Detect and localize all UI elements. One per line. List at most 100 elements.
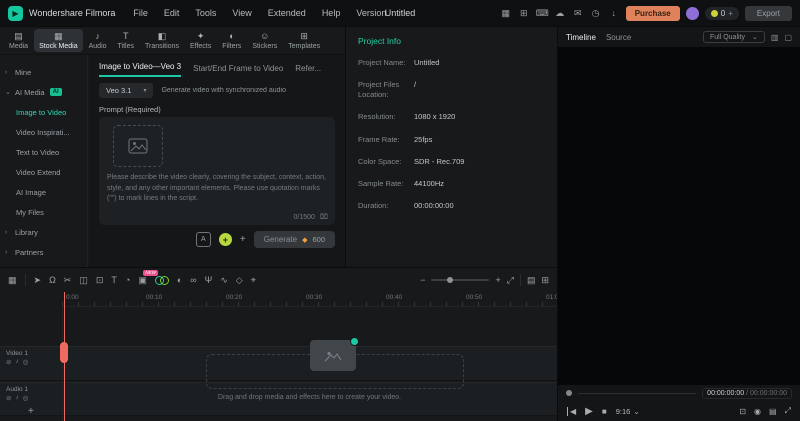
plus-icon[interactable]: +: [240, 234, 246, 245]
tab-image-to-video-veo3[interactable]: Image to Video—Veo 3: [99, 62, 182, 77]
tab-effects[interactable]: ✦ Effects: [185, 29, 216, 52]
magnet-icon[interactable]: Ω: [49, 275, 56, 285]
split-icon[interactable]: ◫: [79, 275, 88, 285]
zoom-out-icon[interactable]: −: [420, 275, 425, 285]
lock-icon[interactable]: ⊘: [6, 358, 11, 366]
sidebar-item-library[interactable]: › Library: [0, 222, 87, 242]
topbar: ▶ Wondershare Filmora File Edit Tools Vi…: [0, 0, 800, 26]
tab-transitions[interactable]: ◧ Transitions: [140, 29, 184, 52]
tab-audio[interactable]: ♪ Audio: [84, 29, 112, 52]
clear-icon[interactable]: ⌧: [320, 213, 328, 221]
chevron-down-icon: ⌄: [5, 89, 11, 96]
tab-reference[interactable]: Refer...: [295, 64, 321, 77]
avatar[interactable]: [685, 6, 699, 20]
tab-templates[interactable]: ⊞ Templates: [283, 29, 325, 52]
field-value: 00:00:00:00: [414, 200, 454, 210]
tab-titles[interactable]: T Titles: [113, 29, 139, 52]
quality-select[interactable]: Full Quality ⌄: [702, 31, 765, 43]
sidebar-item-ai-image[interactable]: AI Image: [0, 182, 87, 202]
speed-icon[interactable]: ◔: [125, 275, 130, 285]
add-track-button[interactable]: +: [28, 406, 34, 417]
menu-edit[interactable]: Edit: [156, 8, 188, 18]
stop-icon[interactable]: ■: [602, 407, 607, 416]
timeline-ruler[interactable]: 0:00 00:10 00:20 00:30 00:40 00:50 01:00: [62, 292, 557, 307]
add-credits-icon[interactable]: +: [728, 9, 733, 18]
sidebar-item-image-to-video[interactable]: Image to Video: [0, 102, 87, 122]
speaker-icon[interactable]: ▤: [769, 407, 777, 416]
credits-badge[interactable]: 0 +: [704, 6, 739, 20]
sidebar-item-video-extend[interactable]: Video Extend: [0, 162, 87, 182]
mask-icon[interactable]: ◐: [177, 275, 182, 285]
zoom-in-icon[interactable]: +: [495, 275, 500, 285]
plugin-icon[interactable]: ⊞: [518, 8, 530, 19]
generate-button[interactable]: Generate ◆ 600: [253, 231, 335, 248]
add-button[interactable]: +: [218, 233, 232, 246]
layout-icon[interactable]: ▦: [500, 8, 512, 19]
render-preview-icon[interactable]: ⊡: [739, 407, 746, 416]
aspect-ratio-select[interactable]: 9:16 ⌄: [616, 407, 640, 416]
hide-icon[interactable]: ◎: [23, 358, 29, 366]
pip-icon[interactable]: ▣ NEW: [138, 270, 158, 285]
image-to-video-panel: Image to Video—Veo 3 Start/End Frame to …: [89, 55, 345, 267]
link-icon[interactable]: ∞: [190, 275, 196, 285]
seek-handle[interactable]: [566, 390, 572, 396]
prompt-input[interactable]: Please describe the video clearly, cover…: [99, 117, 335, 225]
tab-media[interactable]: ▤ Media: [4, 29, 33, 52]
sidebar-item-video-inspiration[interactable]: Video Inspirati...: [0, 122, 87, 142]
cloud-icon[interactable]: ☁: [554, 8, 566, 19]
tab-start-end-frame[interactable]: Start/End Frame to Video: [193, 64, 283, 77]
scissors-icon[interactable]: ✂: [64, 275, 72, 285]
menu-file[interactable]: File: [125, 8, 156, 18]
media-grid-icon[interactable]: ▦: [8, 275, 17, 285]
track-manager-icon[interactable]: ▤: [527, 275, 536, 285]
lock-icon[interactable]: ⊘: [6, 394, 11, 402]
sidebar-item-partners[interactable]: › Partners: [0, 242, 87, 262]
model-select[interactable]: Veo 3.1 ▾: [99, 83, 154, 98]
tab-stickers[interactable]: ☺ Stickers: [247, 29, 282, 52]
sidebar-item-my-files[interactable]: My Files: [0, 202, 87, 222]
grid-view-icon[interactable]: ⊞: [541, 275, 549, 285]
app-name: Wondershare Filmora: [29, 8, 116, 18]
tab-filters[interactable]: ◐ Filters: [217, 29, 246, 52]
project-info-title: Project Info: [358, 36, 401, 46]
sidebar-item-text-to-video[interactable]: Text to Video: [0, 142, 87, 162]
text-tool-icon[interactable]: T: [111, 275, 117, 285]
sidebar-item-mine[interactable]: › Mine: [0, 62, 87, 82]
add-image-dropzone[interactable]: [113, 125, 163, 167]
fullscreen-icon[interactable]: ⤢: [785, 406, 791, 416]
volume-icon[interactable]: ◎: [23, 394, 29, 402]
playhead[interactable]: [60, 292, 68, 421]
purchase-button[interactable]: Purchase: [625, 5, 680, 21]
menu-view[interactable]: View: [224, 8, 259, 18]
zoom-slider-knob[interactable]: [447, 277, 454, 283]
detach-window-icon[interactable]: ▢: [784, 33, 792, 42]
mic-icon[interactable]: Ψ: [205, 275, 213, 285]
play-icon[interactable]: ▶: [585, 406, 593, 417]
timecode-total: 00:00:00:00: [750, 389, 787, 397]
crop-icon[interactable]: ⊡: [96, 275, 104, 285]
keyboard-icon[interactable]: ⌨: [536, 8, 549, 19]
audio-sync-icon[interactable]: ∿: [220, 275, 228, 285]
playhead-handle[interactable]: [60, 342, 68, 363]
tab-timeline[interactable]: Timeline: [566, 33, 596, 42]
message-icon[interactable]: ✉: [572, 8, 584, 19]
mute-icon[interactable]: ♪: [15, 394, 18, 402]
display-mode-icon[interactable]: ▥: [771, 33, 779, 42]
fit-timeline-icon[interactable]: ⤢: [507, 275, 514, 285]
previous-frame-icon[interactable]: ◀: [567, 406, 576, 416]
marker-icon[interactable]: ⌖: [251, 275, 256, 285]
model-select-value: Veo 3.1: [106, 86, 132, 95]
history-icon[interactable]: ◷: [590, 8, 602, 19]
tab-source[interactable]: Source: [606, 33, 631, 42]
chroma-key-icon[interactable]: [154, 275, 169, 285]
keyframe-icon[interactable]: ◇: [236, 275, 243, 285]
export-button[interactable]: Export: [744, 5, 792, 21]
mute-icon[interactable]: ♪: [15, 358, 18, 366]
menu-tools[interactable]: Tools: [187, 8, 224, 18]
sidebar-item-ai-media[interactable]: ⌄ AI Media AI: [0, 82, 87, 102]
tab-stock-media[interactable]: ▦ Stock Media: [34, 29, 83, 52]
translate-icon[interactable]: A: [195, 232, 211, 247]
snapshot-icon[interactable]: ◉: [754, 407, 761, 416]
pointer-icon[interactable]: ➤: [34, 275, 42, 285]
download-icon[interactable]: ↓: [608, 8, 620, 18]
